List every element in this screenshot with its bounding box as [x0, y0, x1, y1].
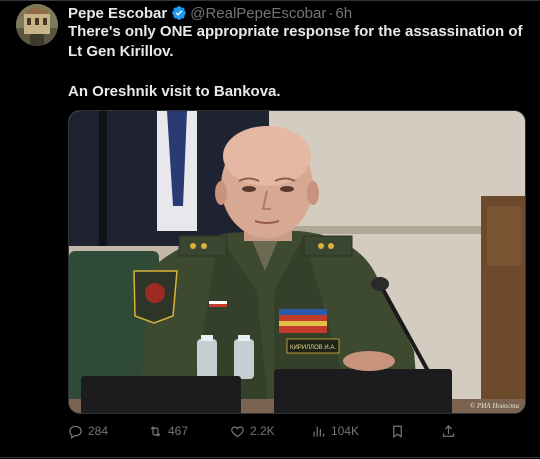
tweet-header: Pepe Escobar @RealPepeEscobar · 6h — [68, 3, 352, 23]
repost-icon — [150, 425, 161, 437]
share-icon — [442, 424, 455, 437]
reply-icon — [69, 425, 82, 439]
bookmark-button[interactable] — [390, 422, 410, 440]
tweet-actions: 284 467 2.2K 104K — [68, 422, 528, 440]
tweet-text-line-1: There's only ONE appropriate response fo… — [68, 23, 523, 60]
like-count: 2.2K — [250, 424, 275, 438]
reply-button[interactable]: 284 — [68, 422, 108, 440]
views-count: 104K — [331, 424, 360, 438]
author-avatar[interactable] — [16, 4, 58, 46]
avatar-image — [16, 4, 58, 46]
views-icon — [313, 426, 325, 436]
tweet-text-line-2: An Oreshnik visit to Bankova. — [68, 83, 281, 100]
author-display-name[interactable]: Pepe Escobar — [68, 5, 167, 22]
top-divider — [0, 0, 540, 1]
bottom-divider — [0, 457, 540, 458]
tweet-timestamp[interactable]: 6h — [335, 5, 352, 22]
verified-badge-icon[interactable] — [171, 5, 187, 21]
views-button[interactable]: 104K — [311, 422, 359, 440]
photo-illustration: КИРИЛЛОВ И.А. — [69, 111, 525, 413]
bookmark-icon — [393, 425, 402, 438]
photo-watermark: © РИА Новости — [469, 402, 519, 410]
like-button[interactable]: 2.2K — [230, 422, 275, 440]
tweet-media-photo[interactable]: КИРИЛЛОВ И.А. © РИА Новости — [68, 110, 526, 414]
uniform-name-tag: КИРИЛЛОВ И.А. — [290, 345, 336, 351]
share-button[interactable] — [441, 422, 461, 440]
repost-count: 467 — [168, 424, 189, 438]
author-handle[interactable]: @RealPepeEscobar — [190, 5, 326, 22]
tweet-text: There's only ONE appropriate response fo… — [68, 22, 528, 102]
header-separator: · — [328, 4, 334, 22]
repost-button[interactable]: 467 — [148, 422, 188, 440]
like-icon — [231, 425, 244, 437]
reply-count: 284 — [88, 424, 109, 438]
